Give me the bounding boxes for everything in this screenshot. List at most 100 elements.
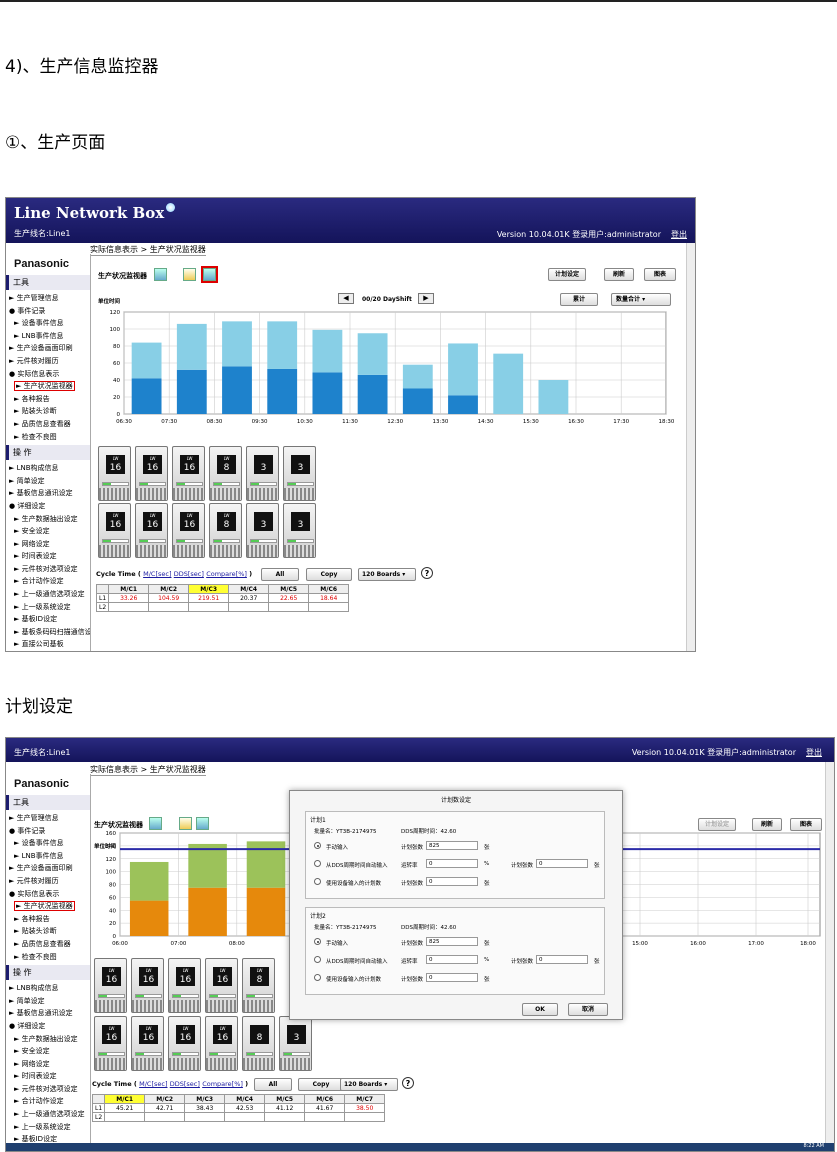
compare-link[interactable]: Compare[%] [202, 1080, 243, 1088]
sidebar-item[interactable]: ► 生产数据抽出设定 [6, 1033, 90, 1046]
machine-unit[interactable]: LW 16 [131, 958, 164, 1013]
machine-unit[interactable]: LW 8 [209, 446, 242, 501]
plan-count-b-input[interactable]: 0 [536, 955, 588, 964]
logout-link[interactable]: 登出 [806, 747, 822, 758]
prev-shift-button[interactable]: ◀ [338, 293, 354, 304]
device-count-input[interactable]: 0 [426, 973, 478, 982]
machine-unit[interactable]: 8 [242, 1016, 275, 1071]
sidebar-item[interactable]: ► 贴装头诊断 [6, 925, 90, 938]
mc-sec-link[interactable]: M/C[sec] [139, 1080, 167, 1088]
refresh-button[interactable]: 刷新 [604, 268, 634, 281]
dds-sec-link[interactable]: DDS[sec] [174, 570, 204, 578]
machine-unit[interactable]: LW 16 [168, 958, 201, 1013]
manual-input-radio[interactable] [314, 938, 321, 945]
sidebar-item[interactable]: ► 基板信息通讯设定 [6, 487, 90, 500]
plan-count-input[interactable]: 825 [426, 841, 478, 850]
sidebar-item[interactable]: ► 品质信息查看器 [6, 418, 90, 431]
sidebar-item[interactable]: ► LNB事件信息 [6, 850, 90, 863]
rate-input[interactable]: 0 [426, 955, 478, 964]
compare-link[interactable]: Compare[%] [206, 570, 247, 578]
sidebar-item[interactable]: ► 贴装头诊断 [6, 405, 90, 418]
sidebar-item[interactable]: ► 各种报告 [6, 393, 90, 406]
plan-setting-button[interactable]: 计划设定 [548, 268, 586, 281]
sidebar-item[interactable]: ► 基板ID设定 [6, 613, 90, 626]
sidebar-item[interactable]: ► 设备事件信息 [6, 837, 90, 850]
copy-button[interactable]: Copy [298, 1078, 344, 1091]
machine-unit[interactable]: LW 16 [98, 503, 131, 558]
sidebar-item[interactable]: ► 基板信息通讯设定 [6, 1007, 90, 1020]
sidebar-item[interactable]: ● 事件记录 [6, 825, 90, 838]
machine-unit[interactable]: LW 8 [242, 958, 275, 1013]
monitor-view-icon[interactable] [201, 266, 218, 283]
machine-unit[interactable]: LW 16 [135, 446, 168, 501]
accumulate-button[interactable]: 累计 [560, 293, 598, 306]
sidebar-item[interactable]: ► 生产状况监视器 [6, 380, 90, 393]
chart-view-icon[interactable] [154, 268, 167, 281]
mc-sec-link[interactable]: M/C[sec] [143, 570, 171, 578]
sidebar-item[interactable]: ► 网络设定 [6, 1058, 90, 1071]
sidebar-item[interactable]: ► 元件核对履历 [6, 355, 90, 368]
sidebar-item[interactable]: ► 上一级系统设定 [6, 601, 90, 614]
rate-input[interactable]: 0 [426, 859, 478, 868]
machine-unit[interactable]: 3 [246, 446, 279, 501]
sidebar-item[interactable]: ► 时间表设定 [6, 550, 90, 563]
machine-unit[interactable]: LW 16 [168, 1016, 201, 1071]
sidebar-item[interactable]: ► 时间表设定 [6, 1070, 90, 1083]
machine-unit[interactable]: 3 [246, 503, 279, 558]
sidebar-item[interactable]: ► 合计动作设定 [6, 1095, 90, 1108]
device-input-radio[interactable] [314, 974, 321, 981]
sidebar-item[interactable]: ► 元件核对选项设定 [6, 1083, 90, 1096]
machine-unit[interactable]: LW 8 [209, 503, 242, 558]
sidebar-item[interactable]: ► 合计动作设定 [6, 575, 90, 588]
boards-select[interactable]: 120 Boards ▾ [340, 1078, 398, 1091]
sidebar-item[interactable]: ► 生产状况监视器 [6, 900, 90, 913]
sidebar-item[interactable]: ► 元件核对选项设定 [6, 563, 90, 576]
help-icon[interactable]: ? [402, 1077, 414, 1089]
sidebar-item[interactable]: ● 实际信息表示 [6, 368, 90, 381]
help-icon[interactable]: ? [421, 567, 433, 579]
sidebar-item[interactable]: ● 详细设定 [6, 500, 90, 513]
sidebar-item[interactable]: ► 网络设定 [6, 538, 90, 551]
dds-auto-radio[interactable] [314, 860, 321, 867]
sidebar-item[interactable]: ● 事件记录 [6, 305, 90, 318]
sidebar-item[interactable]: ► 生产设备画面印刷 [6, 862, 90, 875]
plan-count-input[interactable]: 825 [426, 937, 478, 946]
sidebar-item[interactable]: ► 检查不良图 [6, 951, 90, 964]
sidebar-item[interactable]: ► 生产设备画面印刷 [6, 342, 90, 355]
sidebar-item[interactable]: ► 简单设定 [6, 995, 90, 1008]
sidebar-item[interactable]: ► 基板条码码扫描通信设定 [6, 626, 90, 639]
machine-unit[interactable]: LW 16 [135, 503, 168, 558]
sidebar-item[interactable]: ► 上一级系统设定 [6, 1121, 90, 1134]
all-button[interactable]: All [261, 568, 299, 581]
sidebar-item[interactable]: ► 生产管理信息 [6, 292, 90, 305]
sidebar-item[interactable]: ► LNB构成信息 [6, 982, 90, 995]
mode-select[interactable]: 数量合计 ▾ [611, 293, 671, 306]
plan-count-b-input[interactable]: 0 [536, 859, 588, 868]
sidebar-item[interactable]: ► 生产数据抽出设定 [6, 513, 90, 526]
all-button[interactable]: All [254, 1078, 292, 1091]
machine-unit[interactable]: LW 16 [131, 1016, 164, 1071]
sidebar-item[interactable]: ► 安全设定 [6, 525, 90, 538]
page-scrollbar[interactable] [825, 762, 834, 1145]
machine-unit[interactable]: 3 [283, 503, 316, 558]
sidebar-item[interactable]: ● 实际信息表示 [6, 888, 90, 901]
sidebar-item[interactable]: ► 直接公司基板 [6, 638, 90, 651]
machine-unit[interactable]: LW 16 [172, 446, 205, 501]
chart-button[interactable]: 图表 [644, 268, 676, 281]
sidebar-item[interactable]: ► 各种报告 [6, 913, 90, 926]
manual-input-radio[interactable] [314, 842, 321, 849]
sidebar-item[interactable]: ► LNB事件信息 [6, 330, 90, 343]
table-view-icon[interactable] [183, 268, 196, 281]
machine-unit[interactable]: LW 16 [94, 1016, 127, 1071]
machine-unit[interactable]: LW 16 [94, 958, 127, 1013]
dds-auto-radio[interactable] [314, 956, 321, 963]
device-count-input[interactable]: 0 [426, 877, 478, 886]
device-input-radio[interactable] [314, 878, 321, 885]
machine-unit[interactable]: LW 16 [205, 958, 238, 1013]
machine-unit[interactable]: LW 16 [205, 1016, 238, 1071]
sidebar-item[interactable]: ► 上一级通信选项设定 [6, 1108, 90, 1121]
sidebar-item[interactable]: ► 简单设定 [6, 475, 90, 488]
dds-sec-link[interactable]: DDS[sec] [170, 1080, 200, 1088]
machine-unit[interactable]: 3 [279, 1016, 312, 1071]
next-shift-button[interactable]: ▶ [418, 293, 434, 304]
